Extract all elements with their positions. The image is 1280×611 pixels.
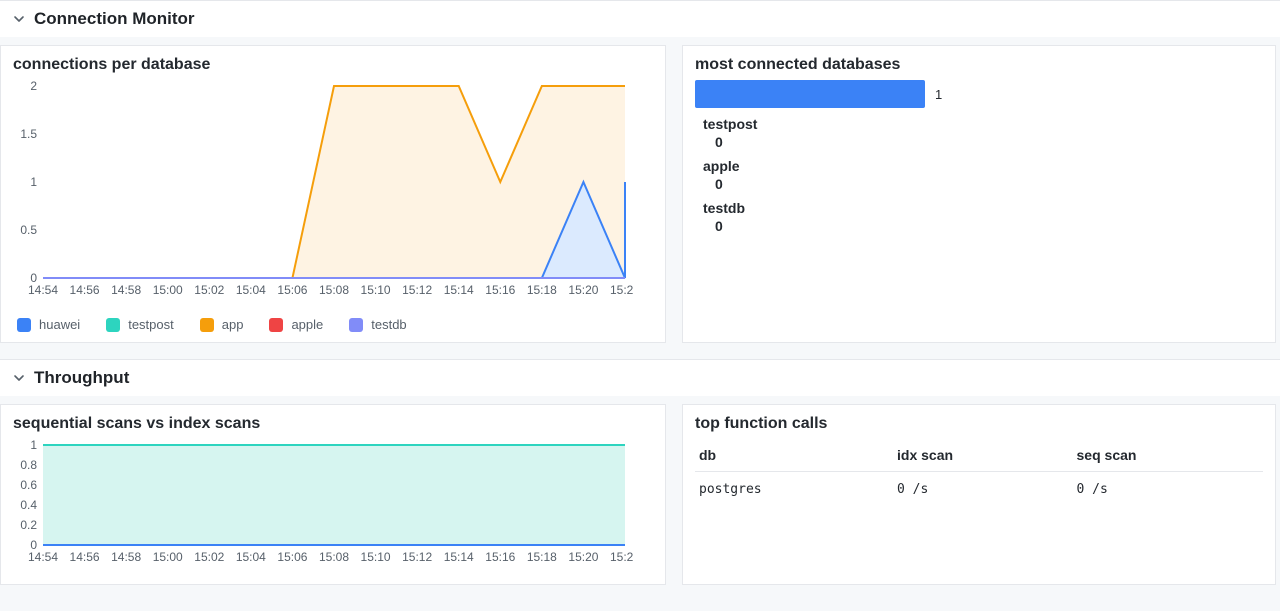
- legend-item-testdb[interactable]: testdb: [349, 317, 406, 332]
- chevron-down-icon: [12, 12, 26, 26]
- bar-row[interactable]: 1: [695, 80, 1263, 108]
- section-connection-monitor[interactable]: Connection Monitor: [0, 0, 1280, 37]
- legend-swatch: [269, 318, 283, 332]
- list-item[interactable]: testdb 0: [695, 200, 1263, 234]
- list-item[interactable]: apple 0: [695, 158, 1263, 192]
- svg-text:2: 2: [30, 80, 37, 93]
- db-value: 0: [703, 134, 1263, 150]
- svg-text:15:08: 15:08: [319, 283, 349, 297]
- chart-connections-per-database[interactable]: 00.511.5214:5414:5614:5815:0015:0215:041…: [13, 80, 633, 300]
- svg-text:15:10: 15:10: [361, 550, 391, 564]
- legend-item-app[interactable]: app: [200, 317, 244, 332]
- svg-text:15:14: 15:14: [444, 550, 474, 564]
- svg-text:15:22: 15:22: [610, 550, 633, 564]
- legend: huawei testpost app apple testdb: [13, 317, 653, 332]
- svg-text:0.6: 0.6: [20, 478, 37, 492]
- legend-swatch: [349, 318, 363, 332]
- svg-text:1.5: 1.5: [20, 127, 37, 141]
- svg-text:14:54: 14:54: [28, 550, 58, 564]
- svg-text:15:14: 15:14: [444, 283, 474, 297]
- svg-text:15:02: 15:02: [194, 550, 224, 564]
- svg-text:0.5: 0.5: [20, 223, 37, 237]
- svg-text:14:58: 14:58: [111, 550, 141, 564]
- svg-text:15:02: 15:02: [194, 283, 224, 297]
- db-name: apple: [703, 158, 1263, 174]
- cell-db: postgres: [695, 472, 893, 508]
- svg-text:0.4: 0.4: [20, 498, 37, 512]
- db-name: testpost: [703, 116, 1263, 132]
- col-seq[interactable]: seq scan: [1073, 439, 1263, 472]
- db-name: testdb: [703, 200, 1263, 216]
- svg-text:0.8: 0.8: [20, 458, 37, 472]
- panel-title: top function calls: [695, 415, 1263, 433]
- section-title: Connection Monitor: [34, 9, 195, 29]
- svg-text:15:06: 15:06: [277, 283, 307, 297]
- svg-text:15:16: 15:16: [485, 283, 515, 297]
- top-function-table: db idx scan seq scan postgres 0 /s 0 /s: [695, 439, 1263, 507]
- svg-text:15:04: 15:04: [236, 550, 266, 564]
- svg-text:14:54: 14:54: [28, 283, 58, 297]
- svg-text:1: 1: [30, 439, 37, 452]
- svg-text:15:12: 15:12: [402, 283, 432, 297]
- panel-most-connected-databases: most connected databases 1 testpost 0 ap…: [682, 45, 1276, 343]
- svg-text:14:56: 14:56: [70, 283, 100, 297]
- svg-text:15:08: 15:08: [319, 550, 349, 564]
- panel-title: connections per database: [13, 56, 653, 74]
- svg-text:15:20: 15:20: [568, 550, 598, 564]
- svg-text:15:16: 15:16: [485, 550, 515, 564]
- panel-connections-per-database: connections per database 00.511.5214:541…: [0, 45, 666, 343]
- panel-seq-vs-index-scans: sequential scans vs index scans 00.20.40…: [0, 404, 666, 585]
- legend-swatch: [17, 318, 31, 332]
- col-idx[interactable]: idx scan: [893, 439, 1073, 472]
- svg-text:15:00: 15:00: [153, 550, 183, 564]
- legend-item-huawei[interactable]: huawei: [17, 317, 80, 332]
- panel-title: most connected databases: [695, 56, 1263, 74]
- svg-text:15:06: 15:06: [277, 550, 307, 564]
- col-db[interactable]: db: [695, 439, 893, 472]
- legend-item-testpost[interactable]: testpost: [106, 317, 174, 332]
- chevron-down-icon: [12, 371, 26, 385]
- bar-value: 1: [935, 87, 942, 102]
- svg-text:14:56: 14:56: [70, 550, 100, 564]
- svg-text:1: 1: [30, 175, 37, 189]
- db-value: 0: [703, 218, 1263, 234]
- list-item[interactable]: testpost 0: [695, 116, 1263, 150]
- bar-fill: [695, 80, 925, 108]
- panel-title: sequential scans vs index scans: [13, 415, 653, 433]
- db-value: 0: [703, 176, 1263, 192]
- legend-swatch: [200, 318, 214, 332]
- legend-item-apple[interactable]: apple: [269, 317, 323, 332]
- svg-text:15:04: 15:04: [236, 283, 266, 297]
- svg-text:15:22: 15:22: [610, 283, 633, 297]
- panel-top-function-calls: top function calls db idx scan seq scan …: [682, 404, 1276, 585]
- svg-text:0.2: 0.2: [20, 518, 37, 532]
- svg-text:14:58: 14:58: [111, 283, 141, 297]
- svg-text:15:10: 15:10: [361, 283, 391, 297]
- table-row[interactable]: postgres 0 /s 0 /s: [695, 472, 1263, 508]
- svg-text:15:20: 15:20: [568, 283, 598, 297]
- section-throughput[interactable]: Throughput: [0, 359, 1280, 396]
- svg-text:15:18: 15:18: [527, 283, 557, 297]
- chart-seq-vs-index[interactable]: 00.20.40.60.8114:5414:5614:5815:0015:021…: [13, 439, 633, 569]
- cell-idx: 0 /s: [893, 472, 1073, 508]
- section-title: Throughput: [34, 368, 129, 388]
- cell-seq: 0 /s: [1073, 472, 1263, 508]
- svg-text:15:12: 15:12: [402, 550, 432, 564]
- svg-text:15:00: 15:00: [153, 283, 183, 297]
- svg-text:15:18: 15:18: [527, 550, 557, 564]
- legend-swatch: [106, 318, 120, 332]
